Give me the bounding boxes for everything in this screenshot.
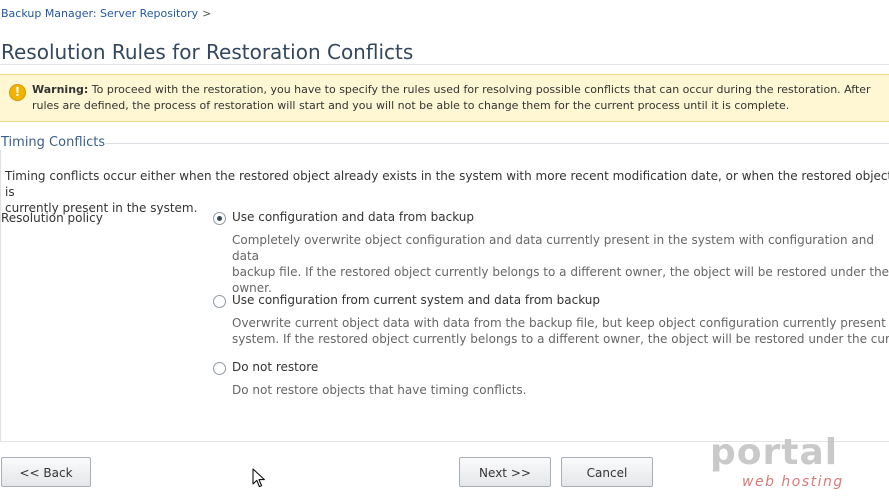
watermark-subtitle: web hosting — [742, 474, 844, 490]
option-label-do-not-restore[interactable]: Do not restore — [232, 360, 318, 374]
watermark-logo-text: portal — [710, 432, 839, 473]
section-title-timing-conflicts: Timing Conflicts — [1, 135, 106, 150]
option-description-do-not-restore: Do not restore objects that have timing … — [232, 382, 889, 398]
section-description-line-1: Timing conflicts occur either when the r… — [5, 169, 889, 199]
section-description: Timing conflicts occur either when the r… — [5, 168, 889, 216]
option-description-line: system. If the restored object currently… — [232, 332, 889, 346]
page-title: Resolution Rules for Restoration Conflic… — [1, 40, 414, 65]
breadcrumb-link-backup-manager[interactable]: Backup Manager: Server Repository — [1, 7, 198, 20]
title-divider — [0, 64, 889, 65]
option-description-use-backup: Completely overwrite object configuratio… — [232, 232, 889, 296]
section-border — [0, 150, 1, 442]
option-label-use-backup[interactable]: Use configuration and data from backup — [232, 210, 474, 224]
warning-text: Warning: To proceed with the restoration… — [32, 82, 889, 113]
breadcrumb-separator: > — [202, 7, 212, 20]
radio-current-config-backup-data[interactable] — [213, 295, 226, 308]
resolution-policy-label: Resolution policy — [1, 211, 103, 225]
warning-message: ! Warning: To proceed with the restorati… — [0, 74, 889, 122]
cancel-button[interactable]: Cancel — [561, 457, 653, 487]
warning-line-1: Warning: To proceed with the restoration… — [32, 82, 889, 98]
radio-use-backup[interactable] — [213, 212, 226, 225]
breadcrumb: Backup Manager: Server Repository > — [1, 7, 211, 20]
warning-label: Warning: — [32, 83, 89, 96]
radio-do-not-restore[interactable] — [213, 362, 226, 375]
portal-web-hosting-watermark: portal web hosting — [708, 432, 858, 494]
warning-line-1-text: To proceed with the restoration, you hav… — [91, 83, 871, 96]
section-divider — [104, 143, 889, 144]
option-label-current-config-backup-data[interactable]: Use configuration from current system an… — [232, 293, 600, 307]
mouse-pointer-icon — [252, 468, 265, 488]
back-button[interactable]: << Back — [1, 457, 91, 487]
option-description-line: backup file. If the restored object curr… — [232, 265, 889, 279]
option-description-line: Overwrite current object data with data … — [232, 316, 889, 330]
option-description-current-config-backup-data: Overwrite current object data with data … — [232, 315, 889, 347]
warning-icon: ! — [9, 84, 26, 101]
warning-line-2: rules are defined, the process of restor… — [32, 98, 790, 112]
restoration-conflicts-page: Backup Manager: Server Repository > Resol… — [0, 0, 889, 500]
option-description-line: Do not restore objects that have timing … — [232, 383, 527, 397]
option-description-line: Completely overwrite object configuratio… — [232, 233, 874, 263]
next-button[interactable]: Next >> — [459, 457, 551, 487]
